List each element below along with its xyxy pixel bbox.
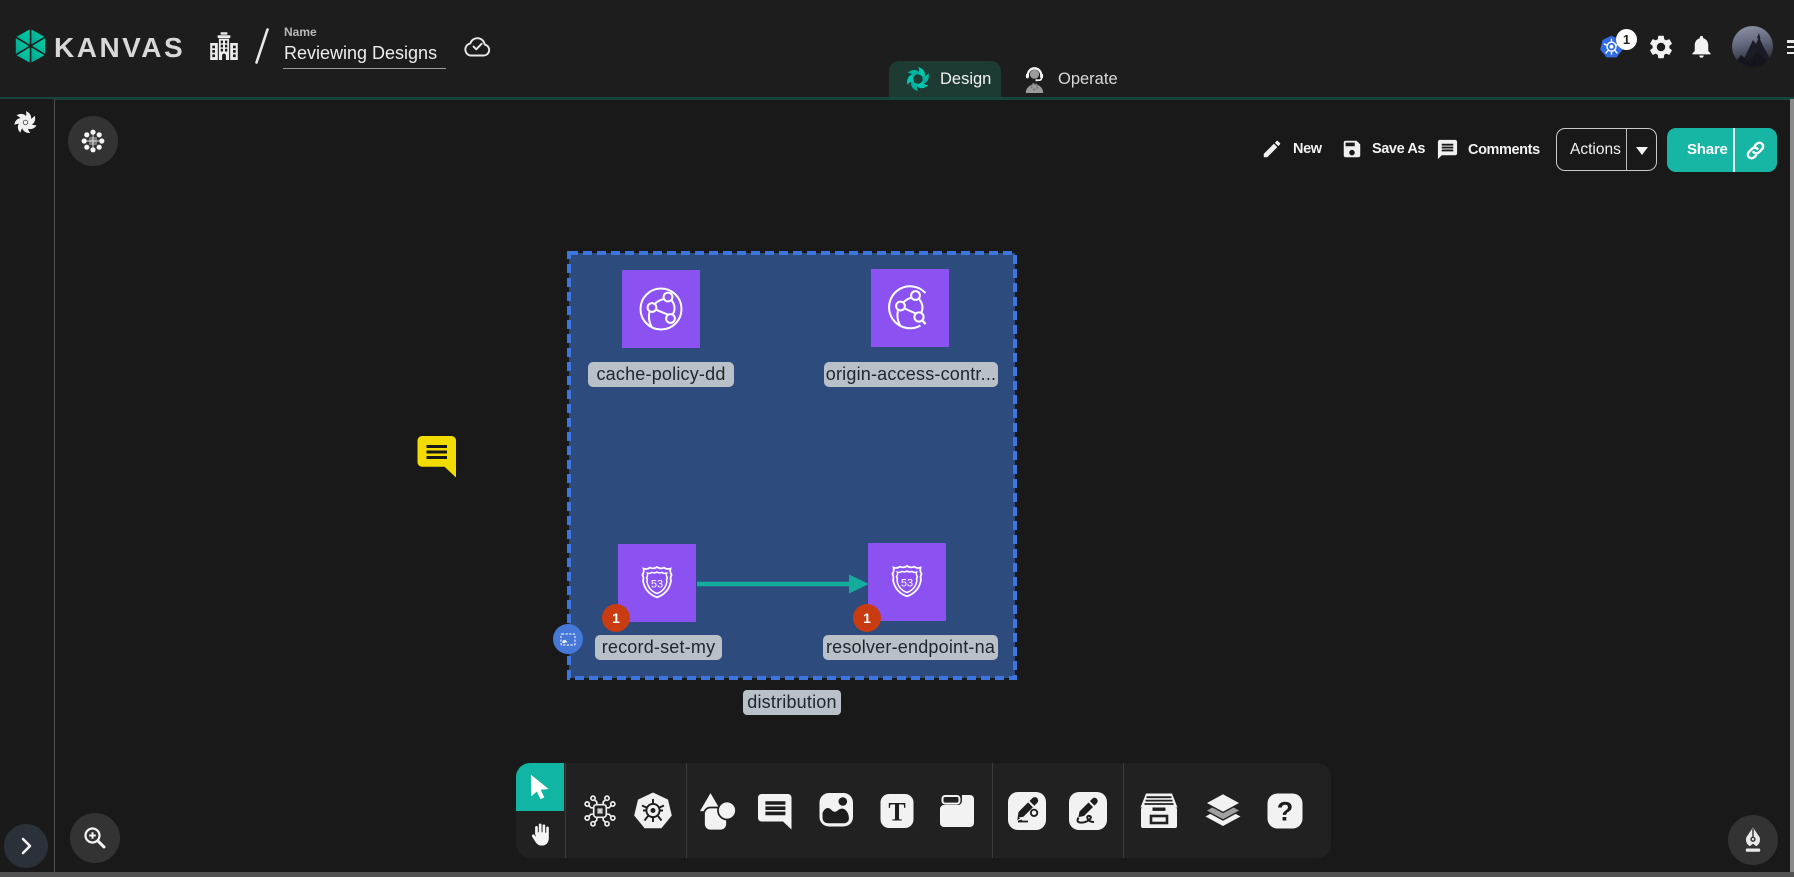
svg-text:?: ? — [1277, 796, 1294, 826]
svg-text:53: 53 — [651, 579, 663, 591]
svg-text:T: T — [888, 797, 905, 826]
svg-text:53: 53 — [901, 578, 913, 590]
